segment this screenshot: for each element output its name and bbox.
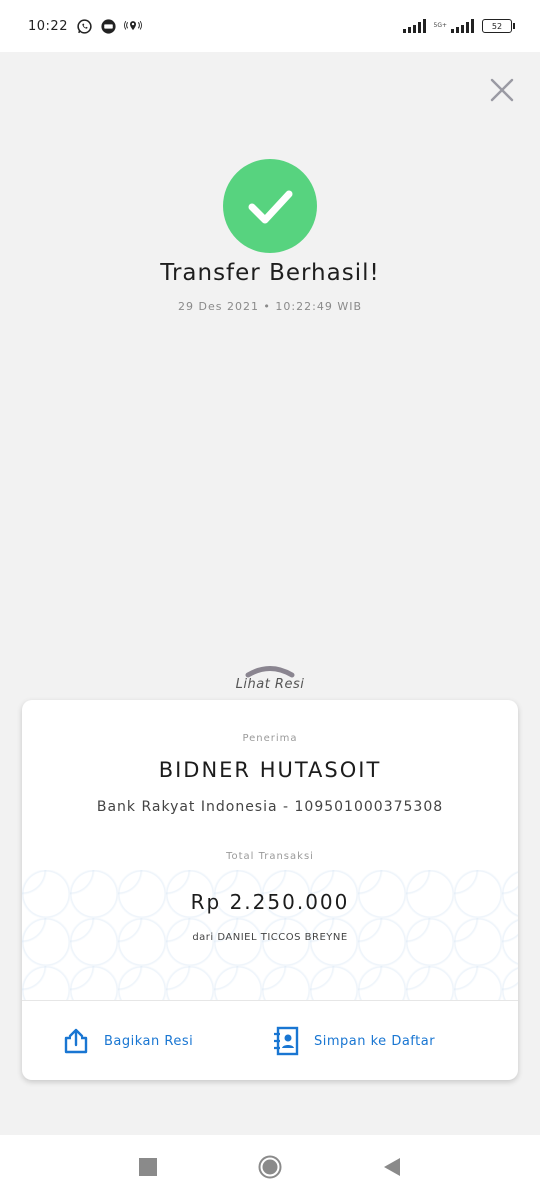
transaction-amount: Rp 2.250.000 xyxy=(190,890,350,914)
home-icon xyxy=(258,1155,282,1179)
contact-book-icon xyxy=(274,1026,299,1056)
navigation-bar xyxy=(0,1135,540,1200)
share-icon xyxy=(64,1028,88,1054)
back-icon xyxy=(384,1158,400,1176)
share-receipt-label: Bagikan Resi xyxy=(104,1033,194,1049)
recipient-label: Penerima xyxy=(242,733,298,744)
network-type-label: 5G+ xyxy=(433,22,448,29)
back-button[interactable] xyxy=(380,1155,404,1179)
chevron-up-icon[interactable] xyxy=(244,663,296,678)
save-to-list-label: Simpan ke Daftar xyxy=(314,1033,436,1049)
status-left: 10:22 xyxy=(28,17,142,35)
success-badge xyxy=(223,159,317,253)
status-right: 5G+ 52 xyxy=(402,19,515,33)
signal-icon xyxy=(451,19,474,33)
location-icon xyxy=(124,17,142,35)
whatsapp-icon xyxy=(76,17,94,35)
battery-icon: 52 xyxy=(482,19,515,33)
total-label: Total Transaksi xyxy=(226,851,314,862)
home-button[interactable] xyxy=(258,1155,282,1179)
recipient-name: BIDNER HUTASOIT xyxy=(158,758,382,782)
notification-icon xyxy=(100,17,118,35)
transfer-timestamp: 29 Des 2021 • 10:22:49 WIB xyxy=(177,300,362,313)
recent-apps-icon xyxy=(139,1158,157,1176)
signal-icon xyxy=(402,19,426,33)
recipient-bank-account: Bank Rakyat Indonesia - 109501000375308 xyxy=(96,799,444,815)
status-bar: 10:22 5G+ 52 xyxy=(0,0,540,52)
divider xyxy=(22,1000,518,1001)
status-time: 10:22 xyxy=(28,18,68,34)
close-icon xyxy=(490,78,514,102)
receipt-card: Penerima BIDNER HUTASOIT Bank Rakyat Ind… xyxy=(22,700,518,1080)
battery-level: 52 xyxy=(491,21,503,31)
page-title: Transfer Berhasil! xyxy=(160,260,380,286)
save-to-list-button[interactable]: Simpan ke Daftar xyxy=(272,1026,435,1056)
view-receipt-toggle[interactable]: Lihat Resi xyxy=(0,677,540,692)
close-button[interactable] xyxy=(486,74,518,106)
recent-apps-button[interactable] xyxy=(136,1155,160,1179)
sender-name: dari DANIEL TICCOS BREYNE xyxy=(192,932,348,943)
checkmark-icon xyxy=(248,190,293,224)
share-receipt-button[interactable]: Bagikan Resi xyxy=(62,1026,193,1056)
